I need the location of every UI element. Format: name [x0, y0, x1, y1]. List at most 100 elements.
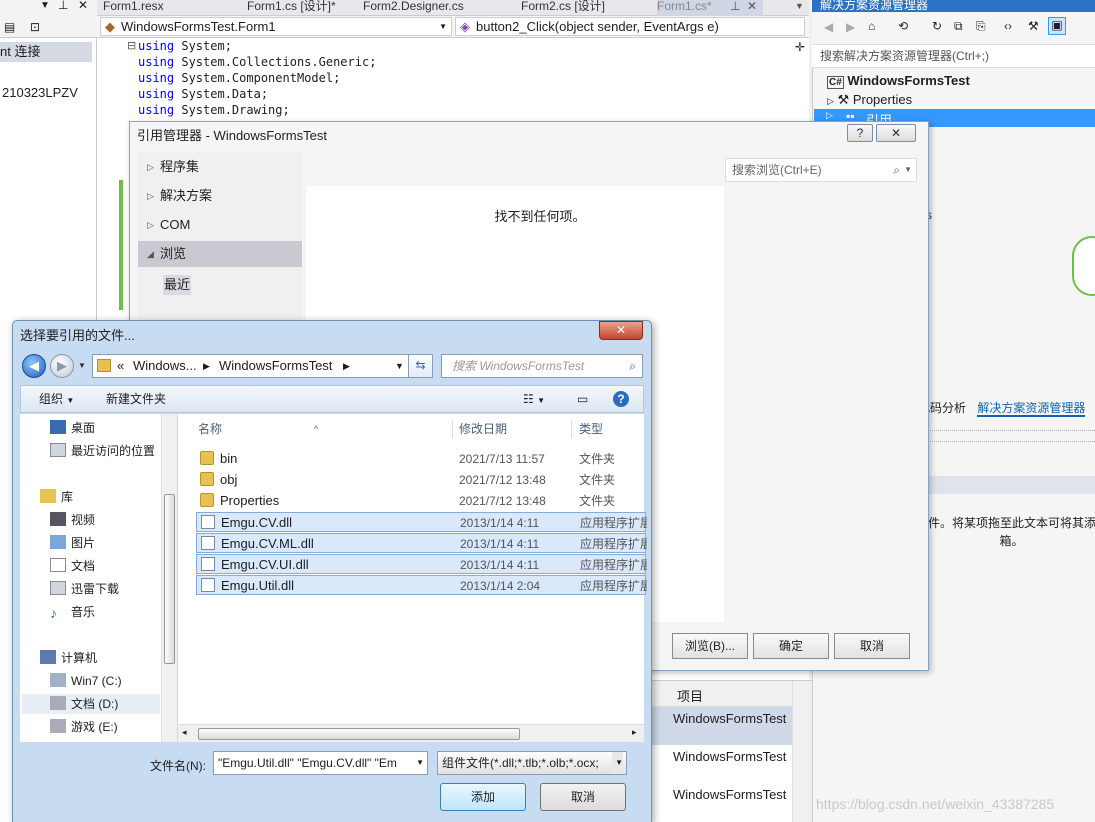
preview-icon[interactable]: ▣: [1048, 17, 1066, 35]
class-dropdown[interactable]: ◆ WindowsFormsTest.Form1 ▼: [100, 17, 452, 36]
collapse-all-icon[interactable]: ⧉: [954, 19, 963, 34]
column-divider[interactable]: [571, 420, 572, 438]
pin-icon[interactable]: ⊥: [58, 0, 68, 12]
properties-wrench-icon[interactable]: ⚒: [1028, 19, 1039, 33]
help-button[interactable]: ?: [847, 124, 873, 142]
nav-drive-d[interactable]: 文档 (D:): [22, 694, 160, 714]
category-solution[interactable]: ▷ 解决方案: [138, 183, 302, 209]
file-row-properties[interactable]: Properties 2021/7/12 13:48 文件夹: [196, 491, 646, 511]
organize-button[interactable]: 组织 ▼: [39, 386, 74, 414]
browse-button[interactable]: 浏览(B)...: [672, 633, 748, 659]
tab-solution-explorer[interactable]: 解决方案资源管理器: [977, 401, 1086, 417]
back-icon[interactable]: ◀: [824, 20, 833, 34]
history-dropdown-icon[interactable]: ▼: [78, 361, 86, 370]
dropdown-arrow-icon[interactable]: ▼: [40, 0, 50, 11]
chevron-down-icon[interactable]: ▼: [612, 752, 623, 774]
list-item[interactable]: WindowsFormsTest: [673, 711, 786, 726]
column-header-type[interactable]: 类型: [579, 414, 603, 444]
chevron-down-icon[interactable]: ▼: [413, 752, 424, 774]
list-item[interactable]: WindowsFormsTest: [673, 787, 786, 802]
cancel-button[interactable]: 取消: [540, 783, 626, 811]
browse-search-input[interactable]: 搜索浏览(Ctrl+E) ⌕ ▼: [725, 158, 917, 182]
nav-libraries[interactable]: 库: [40, 487, 73, 507]
tab-form2-design[interactable]: Form2.cs [设计]: [521, 0, 605, 16]
nav-recent-places[interactable]: 最近访问的位置: [50, 441, 155, 461]
scroll-thumb[interactable]: [164, 494, 175, 664]
nav-drive-c[interactable]: Win7 (C:): [50, 671, 122, 691]
tree-item-properties[interactable]: ▷ ⚒ Properties: [827, 92, 912, 108]
column-header-date[interactable]: 修改日期: [459, 414, 507, 444]
category-browse[interactable]: ◢ 浏览: [138, 241, 302, 267]
project-list-header[interactable]: 项目: [651, 681, 792, 707]
project-list-scrollbar[interactable]: [792, 681, 812, 822]
category-com[interactable]: ▷ COM: [138, 212, 302, 238]
file-row-emgu-util[interactable]: Emgu.Util.dll 2013/1/14 2:04 应用程序扩展: [196, 575, 647, 595]
file-row-emgu-cv[interactable]: Emgu.CV.dll 2013/1/14 4:11 应用程序扩展: [196, 512, 647, 532]
add-button[interactable]: 添加: [440, 783, 526, 811]
forward-icon[interactable]: ▶: [846, 20, 855, 34]
tree-item-project[interactable]: C# WindowsFormsTest: [827, 73, 970, 89]
machine-name-item[interactable]: 210323LPZV: [2, 85, 78, 100]
list-item[interactable]: WindowsFormsTest: [673, 749, 786, 764]
scroll-left-icon[interactable]: ◂: [182, 727, 187, 738]
preview-pane-icon[interactable]: ▭: [577, 386, 588, 412]
view-code-icon[interactable]: ‹›: [1004, 19, 1012, 33]
server-connection-item[interactable]: nt 连接: [0, 42, 92, 62]
history-icon[interactable]: ⟲: [898, 19, 908, 33]
address-bar[interactable]: « Windows... ▶ WindowsFormsTest ▶ ▼: [92, 354, 409, 378]
chevron-down-icon[interactable]: ▼: [395, 355, 404, 377]
ok-button[interactable]: 确定: [753, 633, 829, 659]
category-assemblies[interactable]: ▷ 程序集: [138, 154, 302, 180]
nav-thunder-downloads[interactable]: 迅雷下载: [50, 579, 119, 599]
scroll-thumb[interactable]: [198, 728, 520, 740]
view-options-icon[interactable]: ☷ ▼: [523, 386, 545, 414]
back-button[interactable]: ◀: [22, 354, 46, 378]
refresh-button[interactable]: ⇆: [409, 354, 433, 378]
file-row-emgu-cv-ui[interactable]: Emgu.CV.UI.dll 2013/1/14 4:11 应用程序扩展: [196, 554, 647, 574]
nav-desktop[interactable]: 桌面: [50, 418, 95, 438]
category-recent[interactable]: 最近: [163, 275, 191, 295]
split-handle-icon[interactable]: ✛: [795, 40, 805, 54]
nav-documents[interactable]: 文档: [50, 556, 95, 576]
home-icon[interactable]: ⌂: [868, 19, 875, 33]
file-row-emgu-cv-ml[interactable]: Emgu.CV.ML.dll 2013/1/14 4:11 应用程序扩展: [196, 533, 647, 553]
new-folder-button[interactable]: 新建文件夹: [106, 386, 166, 412]
navigation-scrollbar[interactable]: [161, 414, 177, 742]
nav-videos[interactable]: 视频: [50, 510, 95, 530]
file-list[interactable]: 名称 ^ 修改日期 类型 bin 2021/7/13 11:57 文件夹 obj 20…: [178, 414, 647, 724]
filename-input[interactable]: "Emgu.Util.dll" "Emgu.CV.dll" "Em ▼: [213, 751, 428, 775]
address-segment[interactable]: Windows...: [133, 355, 197, 377]
close-icon[interactable]: ✕: [78, 0, 88, 12]
server-icon[interactable]: ▤: [4, 20, 15, 34]
nav-drive-e[interactable]: 游戏 (E:): [50, 717, 118, 737]
file-type-filter[interactable]: 组件文件(*.dll;*.tlb;*.olb;*.ocx; ▼: [437, 751, 627, 775]
tab-form1-resx[interactable]: Form1.resx: [103, 0, 164, 16]
collapse-icon[interactable]: ⊟: [127, 39, 136, 52]
help-icon[interactable]: ?: [613, 391, 629, 407]
search-input[interactable]: 搜索 WindowsFormsTest ⌕: [441, 354, 643, 378]
pin-icon[interactable]: ⊥: [730, 0, 740, 16]
nav-pictures[interactable]: 图片: [50, 533, 95, 553]
close-button[interactable]: ✕: [876, 124, 916, 142]
nav-computer[interactable]: 计算机: [40, 648, 97, 668]
file-list-hscrollbar[interactable]: ◂ ▸: [178, 724, 644, 742]
refresh-icon[interactable]: ↻: [932, 19, 942, 33]
tab-form2-designer[interactable]: Form2.Designer.cs: [363, 0, 464, 16]
address-overflow[interactable]: «: [117, 355, 124, 377]
show-all-files-icon[interactable]: ⎘: [976, 19, 986, 34]
member-dropdown[interactable]: ◈ button2_Click(object sender, EventArgs…: [455, 17, 805, 36]
cancel-button[interactable]: 取消: [834, 633, 910, 659]
column-header-name[interactable]: 名称: [198, 414, 222, 444]
close-icon[interactable]: ✕: [747, 0, 757, 16]
address-segment[interactable]: WindowsFormsTest: [219, 355, 332, 377]
solution-explorer-search[interactable]: 搜索解决方案资源管理器(Ctrl+;): [812, 44, 1095, 68]
forward-button[interactable]: ▶: [50, 354, 74, 378]
column-divider[interactable]: [452, 420, 453, 438]
scroll-right-icon[interactable]: ▸: [632, 727, 637, 738]
breadcrumb-arrow-icon[interactable]: ▶: [203, 355, 210, 377]
file-row-obj[interactable]: obj 2021/7/12 13:48 文件夹: [196, 470, 646, 490]
connect-icon[interactable]: ⊡: [30, 20, 40, 34]
nav-music[interactable]: ♪ 音乐: [50, 602, 95, 622]
close-button[interactable]: ✕: [599, 321, 643, 340]
tab-form1-design[interactable]: Form1.cs [设计]*: [247, 0, 336, 16]
